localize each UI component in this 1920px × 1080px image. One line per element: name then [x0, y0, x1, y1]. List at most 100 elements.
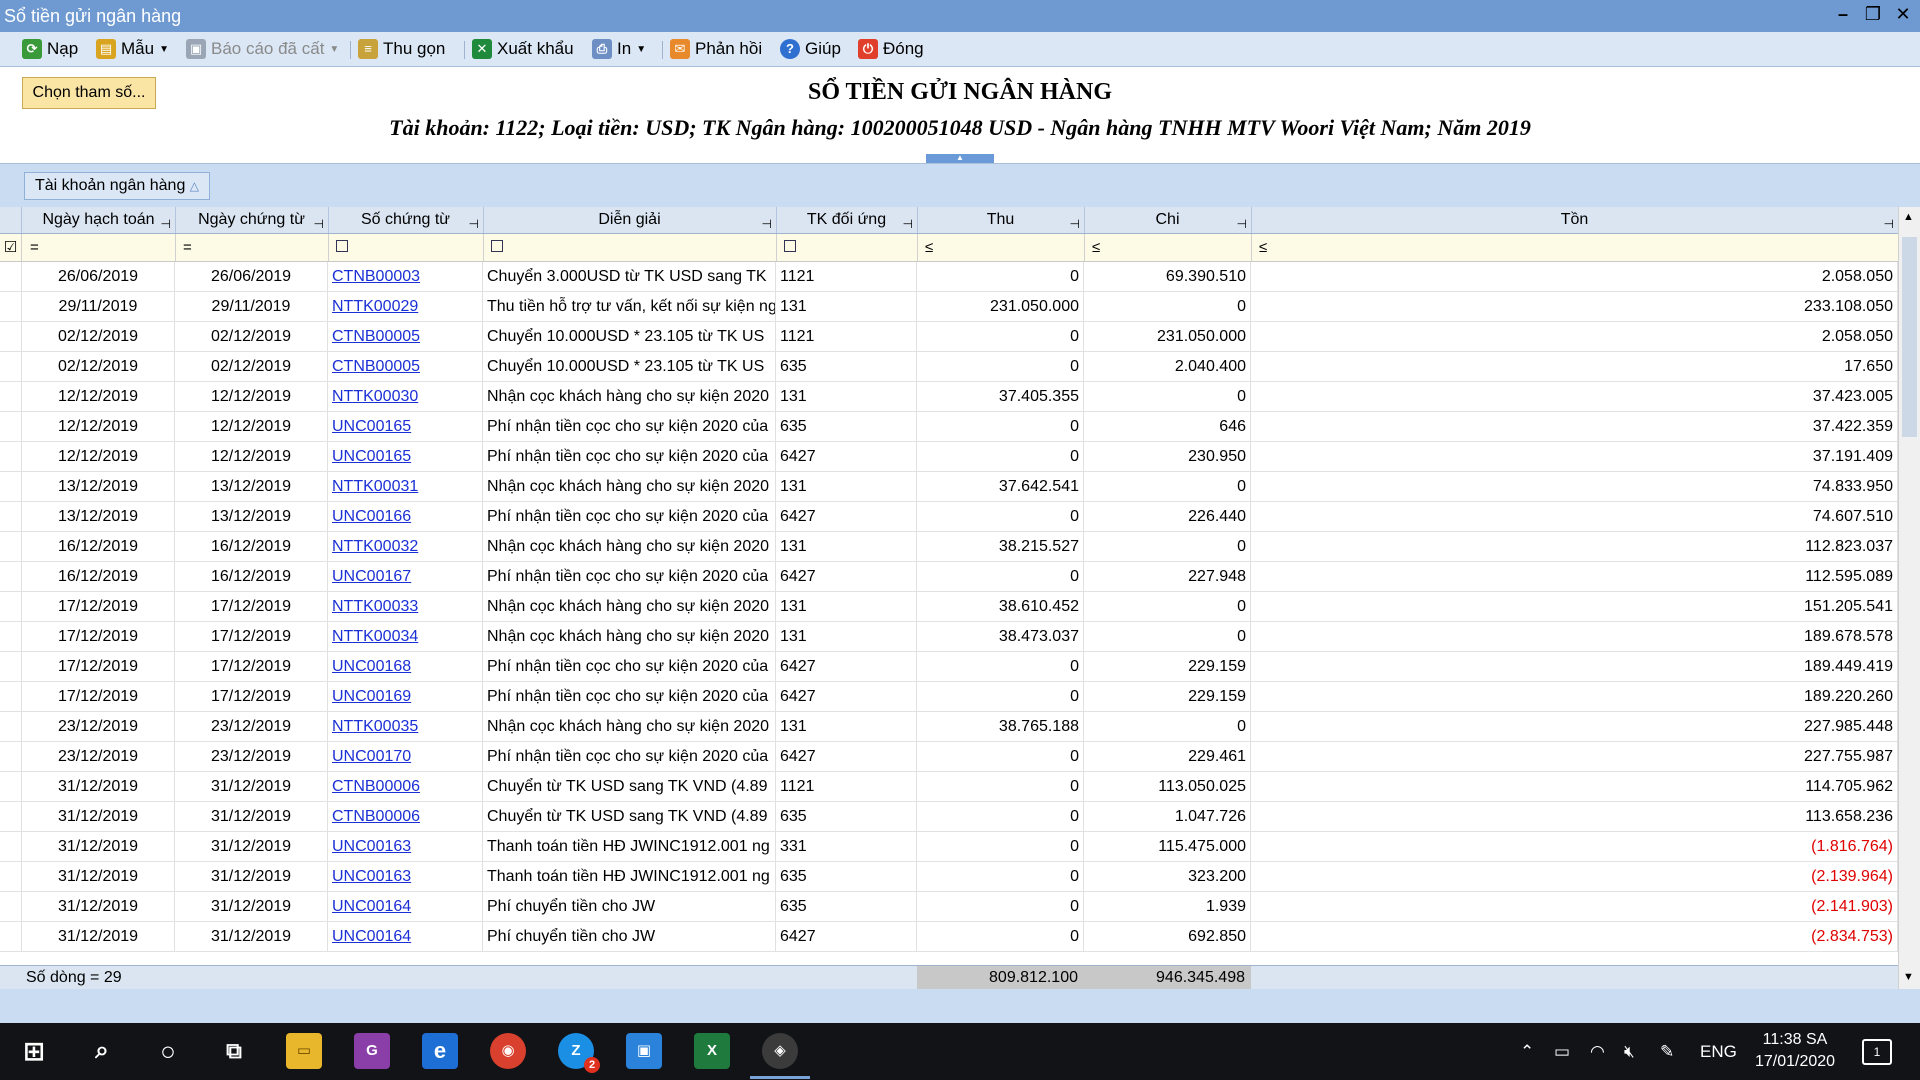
column-header-posting-date[interactable]: Ngày hạch toán ⊣	[22, 207, 176, 233]
row-indicator[interactable]	[0, 592, 22, 621]
row-indicator[interactable]	[0, 262, 22, 291]
row-indicator[interactable]	[0, 442, 22, 471]
table-row[interactable]: 26/06/2019 26/06/2019 CTNB00003 Chuyển 3.00…	[0, 262, 1898, 292]
scrollbar-thumb[interactable]	[1902, 237, 1917, 437]
remote-desktop-icon[interactable]: ▣	[626, 1033, 662, 1069]
chrome-icon[interactable]: ◉	[490, 1033, 526, 1069]
table-row[interactable]: 17/12/2019 17/12/2019 NTTK00033 Nhận cọc kh…	[0, 592, 1898, 622]
filter-cell-receipts[interactable]: ≤	[917, 234, 1085, 261]
table-row[interactable]: 02/12/2019 02/12/2019 CTNB00005 Chuyển 10.0…	[0, 322, 1898, 352]
row-indicator[interactable]	[0, 892, 22, 921]
file-explorer-icon[interactable]: ▭	[286, 1033, 322, 1069]
template-button[interactable]: ▤ Mẫu ▼	[96, 38, 169, 60]
cell-voucher-no[interactable]: UNC00164	[328, 892, 483, 921]
row-indicator[interactable]	[0, 622, 22, 651]
column-header-voucher-no[interactable]: Số chứng từ ⊣	[328, 207, 484, 233]
vertical-scrollbar[interactable]: ▲ ▼	[1898, 207, 1920, 989]
clock[interactable]: 11:38 SA 17/01/2020	[1740, 1029, 1850, 1073]
table-row[interactable]: 02/12/2019 02/12/2019 CTNB00005 Chuyển 10.0…	[0, 352, 1898, 382]
row-indicator[interactable]	[0, 412, 22, 441]
row-indicator[interactable]	[0, 682, 22, 711]
voucher-link[interactable]: UNC00163	[332, 868, 411, 885]
cell-voucher-no[interactable]: UNC00163	[328, 832, 483, 861]
table-row[interactable]: 31/12/2019 31/12/2019 UNC00164 Phí chuyển t…	[0, 922, 1898, 952]
cell-voucher-no[interactable]: NTTK00033	[328, 592, 483, 621]
cell-voucher-no[interactable]: CTNB00005	[328, 322, 483, 351]
row-indicator[interactable]	[0, 862, 22, 891]
voucher-link[interactable]: UNC00165	[332, 448, 411, 465]
voucher-link[interactable]: NTTK00035	[332, 718, 418, 735]
row-indicator[interactable]	[0, 382, 22, 411]
table-row[interactable]: 12/12/2019 12/12/2019 NTTK00030 Nhận cọc kh…	[0, 382, 1898, 412]
scroll-up-icon[interactable]: ▲	[1903, 211, 1914, 223]
cell-voucher-no[interactable]: UNC00170	[328, 742, 483, 771]
voucher-link[interactable]: CTNB00005	[332, 328, 420, 345]
voucher-link[interactable]: NTTK00030	[332, 388, 418, 405]
column-header-receipts[interactable]: Thu ⊣	[917, 207, 1085, 233]
cell-voucher-no[interactable]: NTTK00029	[328, 292, 483, 321]
voucher-link[interactable]: UNC00168	[332, 658, 411, 675]
language-indicator[interactable]: ENG	[1700, 1023, 1737, 1080]
row-indicator[interactable]	[0, 292, 22, 321]
voucher-link[interactable]: UNC00165	[332, 418, 411, 435]
cell-voucher-no[interactable]: UNC00167	[328, 562, 483, 591]
cell-voucher-no[interactable]: UNC00165	[328, 412, 483, 441]
row-indicator[interactable]	[0, 562, 22, 591]
filter-cell-balance[interactable]: ≤	[1251, 234, 1899, 261]
cell-voucher-no[interactable]: UNC00168	[328, 652, 483, 681]
zalo-icon[interactable]: Z 2	[558, 1033, 600, 1073]
cell-voucher-no[interactable]: NTTK00035	[328, 712, 483, 741]
table-row[interactable]: 16/12/2019 16/12/2019 NTTK00032 Nhận cọc kh…	[0, 532, 1898, 562]
column-header-contra-account[interactable]: TK đối ứng ⊣	[776, 207, 918, 233]
row-indicator[interactable]	[0, 742, 22, 771]
voucher-link[interactable]: CTNB00003	[332, 268, 420, 285]
voucher-link[interactable]: NTTK00033	[332, 598, 418, 615]
table-row[interactable]: 29/11/2019 29/11/2019 NTTK00029 Thu tiền hỗ…	[0, 292, 1898, 322]
table-row[interactable]: 23/12/2019 23/12/2019 UNC00170 Phí nhận tiề…	[0, 742, 1898, 772]
voucher-link[interactable]: NTTK00029	[332, 298, 418, 315]
cell-voucher-no[interactable]: UNC00169	[328, 682, 483, 711]
cell-voucher-no[interactable]: UNC00164	[328, 922, 483, 951]
voucher-link[interactable]: UNC00166	[332, 508, 411, 525]
cell-voucher-no[interactable]: CTNB00006	[328, 772, 483, 801]
row-indicator[interactable]	[0, 532, 22, 561]
table-row[interactable]: 31/12/2019 31/12/2019 CTNB00006 Chuyển từ T…	[0, 772, 1898, 802]
help-button[interactable]: ? Giúp	[780, 38, 841, 60]
table-row[interactable]: 12/12/2019 12/12/2019 UNC00165 Phí nhận tiề…	[0, 412, 1898, 442]
voucher-link[interactable]: UNC00169	[332, 688, 411, 705]
row-indicator[interactable]	[0, 772, 22, 801]
voucher-link[interactable]: NTTK00034	[332, 628, 418, 645]
column-header-payments[interactable]: Chi ⊣	[1084, 207, 1252, 233]
row-indicator[interactable]	[0, 802, 22, 831]
notification-icon[interactable]: 1	[1862, 1039, 1892, 1065]
row-indicator[interactable]	[0, 832, 22, 861]
table-row[interactable]: 31/12/2019 31/12/2019 UNC00164 Phí chuyển t…	[0, 892, 1898, 922]
table-row[interactable]: 23/12/2019 23/12/2019 NTTK00035 Nhận cọc kh…	[0, 712, 1898, 742]
filter-cell-payments[interactable]: ≤	[1084, 234, 1252, 261]
cell-voucher-no[interactable]: NTTK00030	[328, 382, 483, 411]
voucher-link[interactable]: UNC00164	[332, 898, 411, 915]
print-button[interactable]: ⎙ In ▼	[592, 38, 646, 60]
collapse-splitter[interactable]: ▲	[926, 154, 994, 163]
table-row[interactable]: 17/12/2019 17/12/2019 NTTK00034 Nhận cọc kh…	[0, 622, 1898, 652]
table-row[interactable]: 13/12/2019 13/12/2019 UNC00166 Phí nhận tiề…	[0, 502, 1898, 532]
close-window-icon[interactable]: ✕	[1892, 4, 1914, 25]
cell-voucher-no[interactable]: NTTK00031	[328, 472, 483, 501]
voucher-link[interactable]: UNC00163	[332, 838, 411, 855]
table-row[interactable]: 13/12/2019 13/12/2019 NTTK00031 Nhận cọc kh…	[0, 472, 1898, 502]
chevron-up-icon[interactable]: ⌃	[1520, 1023, 1534, 1080]
accounting-app-icon[interactable]: ◈	[750, 1033, 810, 1079]
cortana-icon[interactable]: ○	[150, 1033, 186, 1069]
pdf-app-icon[interactable]: G	[354, 1033, 390, 1069]
filter-cell-posting-date[interactable]: =	[22, 234, 176, 261]
export-button[interactable]: ✕ Xuất khẩu	[472, 38, 574, 60]
cell-voucher-no[interactable]: CTNB00006	[328, 802, 483, 831]
search-icon[interactable]: ⌕	[84, 1033, 120, 1069]
battery-icon[interactable]: ▭	[1554, 1023, 1570, 1080]
cell-voucher-no[interactable]: NTTK00032	[328, 532, 483, 561]
volume-muted-icon[interactable]: 🔇︎	[1624, 1023, 1635, 1080]
wifi-icon[interactable]: ◠	[1590, 1023, 1605, 1080]
table-row[interactable]: 17/12/2019 17/12/2019 UNC00168 Phí nhận tiề…	[0, 652, 1898, 682]
cell-voucher-no[interactable]: UNC00166	[328, 502, 483, 531]
collapse-button[interactable]: ≡ Thu gọn	[358, 38, 445, 60]
